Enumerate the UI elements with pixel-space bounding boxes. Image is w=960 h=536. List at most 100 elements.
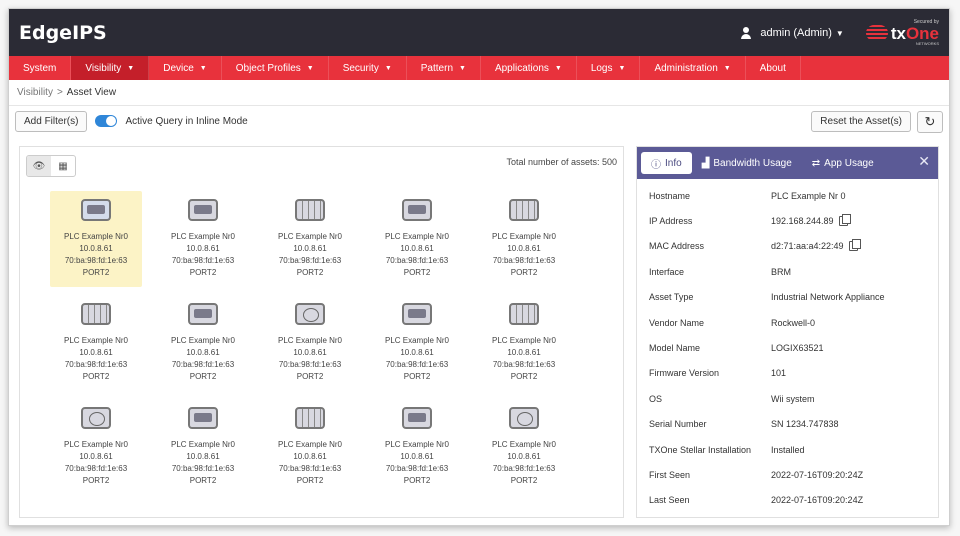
nav-item-administration[interactable]: Administration ▼: [640, 56, 746, 80]
chevron-down-icon: ▼: [384, 64, 392, 72]
nav-item-security[interactable]: Security ▼: [329, 56, 407, 80]
asset-ip: 10.0.8.61: [507, 348, 541, 357]
user-icon: [740, 26, 752, 39]
field-label: Hostname: [649, 190, 691, 201]
asset-name: PLC Example Nr0: [63, 336, 129, 345]
asset-port: PORT2: [189, 372, 217, 381]
top-bar: EdgeIPS admin (Admin) ▼ Secured by txOne …: [9, 9, 949, 56]
asset-name: PLC Example Nr0: [63, 232, 129, 241]
logo-mark-icon: [865, 24, 888, 41]
asset-mac: 70:ba:98:fd:1e:63: [385, 464, 449, 473]
app-window: EdgeIPS admin (Admin) ▼ Secured by txOne …: [8, 8, 950, 526]
controller-device-icon: [402, 199, 432, 221]
asset-card[interactable]: PLC Example Nr0 10.0.8.61 70:ba:98:fd:1e:6…: [50, 191, 142, 287]
nav-item-label: About: [759, 62, 786, 74]
info-row: Firmware Version 101: [649, 361, 926, 386]
asset-card[interactable]: PLC Example Nr0 10.0.8.61 70:ba:98:fd:1e:6…: [371, 191, 463, 287]
asset-card[interactable]: PLC Example Nr0 10.0.8.61 70:ba:98:fd:1e:6…: [157, 191, 249, 287]
main-nav: System Visibility ▼ Device ▼ Object Profiles ▼…: [9, 56, 949, 80]
asset-ip: 10.0.8.61: [293, 244, 327, 253]
asset-card[interactable]: PLC Example Nr0 10.0.8.61 70:ba:98:fd:1e:6…: [371, 399, 463, 495]
info-row: MAC Address d2:71:aa:a4:22:49: [649, 234, 926, 259]
field-value: 2022-07-16T09:20:24Z: [771, 470, 863, 480]
user-menu[interactable]: admin (Admin) ▼: [760, 27, 843, 39]
asset-card[interactable]: PLC Example Nr0 10.0.8.61 70:ba:98:fd:1e:6…: [264, 295, 356, 391]
asset-ip: 10.0.8.61: [79, 244, 113, 253]
add-filter-button[interactable]: Add Filter(s): [15, 110, 88, 132]
field-label: Vendor Name: [649, 317, 705, 328]
tab-info[interactable]: ⓘ Info: [641, 152, 692, 174]
copy-icon[interactable]: [838, 214, 851, 227]
field-value-text: 101: [771, 368, 787, 379]
nav-item-object-profiles[interactable]: Object Profiles ▼: [222, 56, 329, 80]
asset-card[interactable]: PLC Example Nr0 10.0.8.61 70:ba:98:fd:1e:6…: [478, 295, 570, 391]
nav-item-applications[interactable]: Applications ▼: [481, 56, 577, 80]
asset-card[interactable]: PLC Example Nr0 10.0.8.61 70:ba:98:fd:1e:6…: [157, 295, 249, 391]
asset-card[interactable]: PLC Example Nr0 10.0.8.61 70:ba:98:fd:1e:6…: [50, 295, 142, 391]
refresh-icon: ↻: [924, 114, 936, 129]
asset-card[interactable]: PLC Example Nr0 10.0.8.61 70:ba:98:fd:1e:6…: [157, 399, 249, 495]
asset-mac: 70:ba:98:fd:1e:63: [278, 360, 342, 369]
hmi-device-icon: [188, 199, 218, 221]
info-tabs: ⓘ Info ▟ Bandwidth Usage ⇄ App Usage ✕: [637, 147, 938, 179]
nav-item-pattern[interactable]: Pattern ▼: [407, 56, 481, 80]
asset-card[interactable]: PLC Example Nr0 10.0.8.61 70:ba:98:fd:1e:6…: [371, 295, 463, 391]
asset-ip: 10.0.8.61: [507, 452, 541, 461]
info-row: Hostname PLC Example Nr 0: [649, 183, 926, 208]
asset-ip: 10.0.8.61: [400, 348, 434, 357]
eye-icon[interactable]: 👁: [27, 156, 51, 176]
nav-item-visibility[interactable]: Visibility ▼: [71, 56, 150, 80]
field-label: Last Seen: [649, 495, 690, 506]
close-icon[interactable]: ✕: [918, 153, 930, 170]
asset-card[interactable]: PLC Example Nr0 10.0.8.61 70:ba:98:fd:1e:6…: [478, 399, 570, 495]
asset-card[interactable]: PLC Example Nr0 10.0.8.61 70:ba:98:fd:1e:6…: [478, 191, 570, 287]
tab-bandwidth-usage[interactable]: ▟ Bandwidth Usage: [692, 152, 802, 174]
breadcrumb-parent[interactable]: Visibility: [17, 87, 53, 98]
field-value-text: LOGIX63521: [771, 343, 824, 354]
asset-name: PLC Example Nr0: [491, 232, 557, 241]
asset-card[interactable]: PLC Example Nr0 10.0.8.61 70:ba:98:fd:1e:6…: [264, 399, 356, 495]
info-row: Asset Type Industrial Network Appliance: [649, 285, 926, 310]
asset-name: PLC Example Nr0: [491, 336, 557, 345]
field-value: 2022-07-16T09:20:24Z: [771, 495, 863, 505]
asset-card[interactable]: PLC Example Nr0 10.0.8.61 70:ba:98:fd:1e:6…: [50, 399, 142, 495]
io-module-icon: [295, 407, 325, 429]
field-value-text: d2:71:aa:a4:22:49: [771, 241, 844, 252]
field-label: IP Address: [649, 216, 693, 227]
copy-icon[interactable]: [848, 239, 861, 252]
tab-app-usage[interactable]: ⇄ App Usage: [802, 152, 884, 174]
swap-icon: ⇄: [811, 157, 821, 169]
reset-assets-button[interactable]: Reset the Asset(s): [811, 111, 911, 132]
field-label: Model Name: [649, 343, 701, 354]
asset-card[interactable]: PLC Example Nr0 10.0.8.61 70:ba:98:fd:1e:6…: [264, 191, 356, 287]
asset-port: PORT2: [82, 476, 110, 485]
logo-subtext: NETWORKS: [915, 40, 939, 46]
field-value: BRM: [771, 267, 791, 277]
field-label: TXOne Stellar Installation: [649, 444, 752, 455]
inline-mode-toggle[interactable]: [95, 115, 118, 127]
asset-mac: 70:ba:98:fd:1e:63: [385, 360, 449, 369]
nav-item-label: Security: [342, 62, 379, 74]
asset-name: PLC Example Nr0: [384, 440, 450, 449]
cloud-device-icon: [509, 407, 539, 429]
info-row: First Seen 2022-07-16T09:20:24Z: [649, 462, 926, 487]
tab-label: App Usage: [824, 157, 874, 169]
asset-port: PORT2: [296, 268, 324, 277]
io-module-icon: [81, 303, 111, 325]
chevron-down-icon: ▼: [306, 64, 314, 72]
asset-port: PORT2: [189, 476, 217, 485]
txone-logo: Secured by txOne NETWORKS: [865, 19, 939, 46]
nav-item-logs[interactable]: Logs ▼: [577, 56, 641, 80]
field-label: Interface: [649, 266, 685, 277]
field-value-text: BRM: [771, 266, 791, 277]
nav-item-about[interactable]: About: [746, 56, 801, 80]
nav-item-device[interactable]: Device ▼: [149, 56, 222, 80]
refresh-button[interactable]: ↻: [917, 111, 943, 133]
breadcrumb-separator: >: [56, 87, 63, 98]
nav-item-system[interactable]: System: [9, 56, 72, 80]
grid-icon[interactable]: ▦: [51, 156, 75, 176]
asset-name: PLC Example Nr0: [170, 440, 236, 449]
asset-mac: 70:ba:98:fd:1e:63: [385, 256, 449, 265]
field-value: d2:71:aa:a4:22:49: [771, 239, 861, 252]
asset-port: PORT2: [510, 268, 538, 277]
